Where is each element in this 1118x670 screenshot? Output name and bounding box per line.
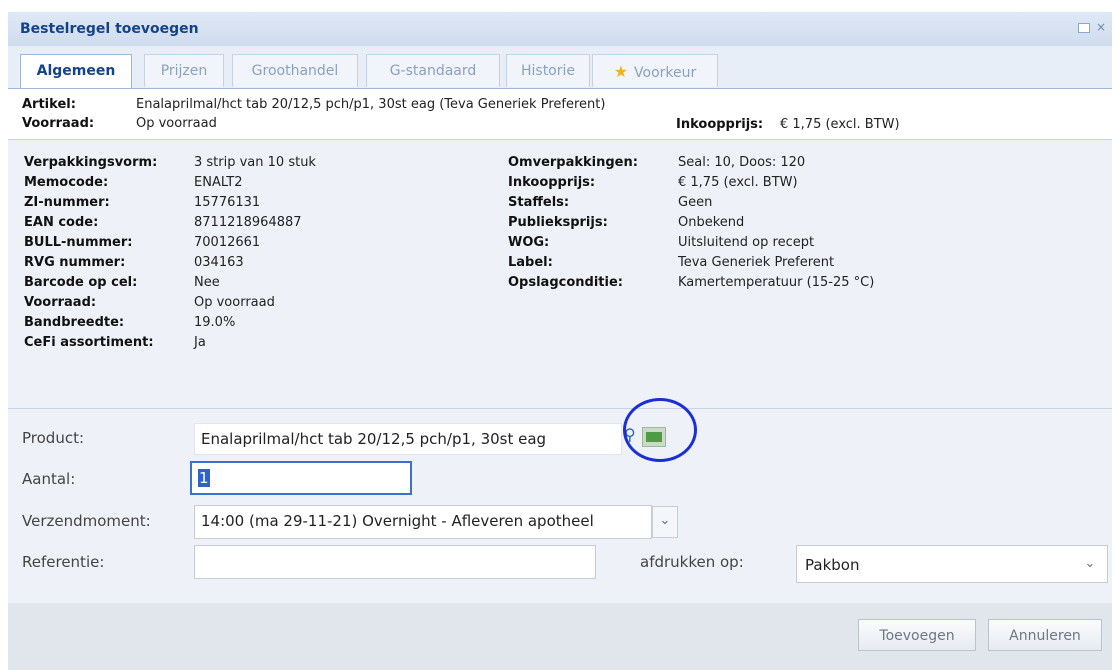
article-header: Artikel: Enalaprilmal/hct tab 20/12,5 pc…	[8, 89, 1112, 140]
aantal-label: Aantal:	[22, 470, 76, 488]
inkoopprijs-label: Inkoopprijs:	[676, 117, 764, 132]
detail-value: Kamertemperatuur (15-25 °C)	[678, 275, 875, 290]
detail-label: RVG nummer:	[24, 255, 126, 270]
afdrukken-select[interactable]: Pakbon	[796, 545, 1108, 583]
detail-label: Inkoopprijs:	[508, 175, 596, 190]
detail-label: BULL-nummer:	[24, 235, 133, 250]
detail-value: Nee	[194, 275, 220, 290]
afdrukken-label: afdrukken op:	[640, 553, 744, 571]
tab-voorkeur-label: Voorkeur	[634, 65, 697, 81]
referentie-input[interactable]	[194, 545, 596, 579]
order-form: Product: Enalaprilmal/hct tab 20/12,5 pc…	[8, 409, 1112, 603]
voorraad-label: Voorraad:	[22, 116, 95, 131]
tab-voorkeur[interactable]: ★ Voorkeur	[592, 54, 718, 87]
detail-label: WOG:	[508, 235, 550, 250]
detail-value: € 1,75 (excl. BTW)	[678, 175, 798, 190]
article-details: Verpakkingsvorm: 3 strip van 10 stuk Mem…	[8, 140, 1112, 409]
star-icon: ★	[613, 62, 629, 81]
detail-value: 034163	[194, 255, 244, 270]
tab-prijzen[interactable]: Prijzen	[144, 54, 224, 87]
chevron-down-icon[interactable]: ⌄	[1078, 555, 1102, 575]
detail-label: Verpakkingsvorm:	[24, 155, 158, 170]
detail-value: Op voorraad	[194, 295, 275, 310]
detail-value: 70012661	[194, 235, 261, 250]
tab-algemeen[interactable]: Algemeen	[20, 54, 132, 88]
maximize-button[interactable]	[1078, 23, 1090, 33]
detail-label: Opslagconditie:	[508, 275, 623, 290]
dialog-footer: Toevoegen Annuleren	[8, 603, 1112, 670]
aantal-input[interactable]: 1	[190, 461, 412, 495]
detail-label: Voorraad:	[24, 295, 97, 310]
add-button[interactable]: Toevoegen	[858, 619, 976, 651]
title-bar: Bestelregel toevoegen ×	[8, 12, 1112, 47]
product-field[interactable]: Enalaprilmal/hct tab 20/12,5 pch/p1, 30s…	[194, 423, 622, 455]
detail-value: ENALT2	[194, 175, 243, 190]
afdrukken-value: Pakbon	[805, 556, 860, 574]
tab-g-standaard[interactable]: G-standaard	[366, 54, 500, 87]
detail-value: Seal: 10, Doos: 120	[678, 155, 806, 170]
detail-label: Staffels:	[508, 195, 570, 210]
referentie-label: Referentie:	[22, 553, 105, 571]
tab-groothandel[interactable]: Groothandel	[232, 54, 358, 87]
product-lookup-icon[interactable]	[642, 427, 666, 447]
detail-value: 8711218964887	[194, 215, 302, 230]
cancel-button[interactable]: Annuleren	[988, 619, 1102, 651]
detail-label: Label:	[508, 255, 553, 270]
detail-label: Memocode:	[24, 175, 109, 190]
verzendmoment-select[interactable]: 14:00 (ma 29-11-21) Overnight - Aflevere…	[194, 505, 652, 539]
tab-strip: Algemeen Prijzen Groothandel G-standaard…	[8, 46, 1112, 89]
detail-value: Onbekend	[678, 215, 745, 230]
detail-label: EAN code:	[24, 215, 99, 230]
detail-label: Omverpakkingen:	[508, 155, 638, 170]
detail-label: Barcode op cel:	[24, 275, 138, 290]
close-icon[interactable]: ×	[1094, 20, 1108, 34]
detail-value: Uitsluitend op recept	[678, 235, 815, 250]
search-icon[interactable]: ⚲	[624, 425, 636, 444]
detail-label: CeFi assortiment:	[24, 335, 154, 350]
verzendmoment-label: Verzendmoment:	[22, 512, 151, 530]
aantal-value: 1	[198, 469, 210, 487]
voorraad-value: Op voorraad	[136, 116, 217, 131]
chevron-down-icon[interactable]: ⌄	[652, 506, 678, 538]
add-order-line-dialog: Bestelregel toevoegen × Algemeen Prijzen…	[0, 0, 1118, 670]
artikel-label: Artikel:	[22, 97, 76, 112]
artikel-value: Enalaprilmal/hct tab 20/12,5 pch/p1, 30s…	[136, 97, 606, 112]
detail-value: Ja	[194, 335, 206, 350]
detail-label: ZI-nummer:	[24, 195, 110, 210]
dialog-title: Bestelregel toevoegen	[20, 21, 199, 37]
detail-label: Publieksprijs:	[508, 215, 608, 230]
detail-value: 15776131	[194, 195, 261, 210]
detail-value: 3 strip van 10 stuk	[194, 155, 316, 170]
detail-label: Bandbreedte:	[24, 315, 125, 330]
inkoopprijs-value: € 1,75 (excl. BTW)	[780, 117, 900, 132]
detail-value: 19.0%	[194, 315, 236, 330]
product-label: Product:	[22, 429, 85, 447]
detail-value: Geen	[678, 195, 713, 210]
detail-value: Teva Generiek Preferent	[678, 255, 835, 270]
tab-historie[interactable]: Historie	[506, 54, 590, 87]
